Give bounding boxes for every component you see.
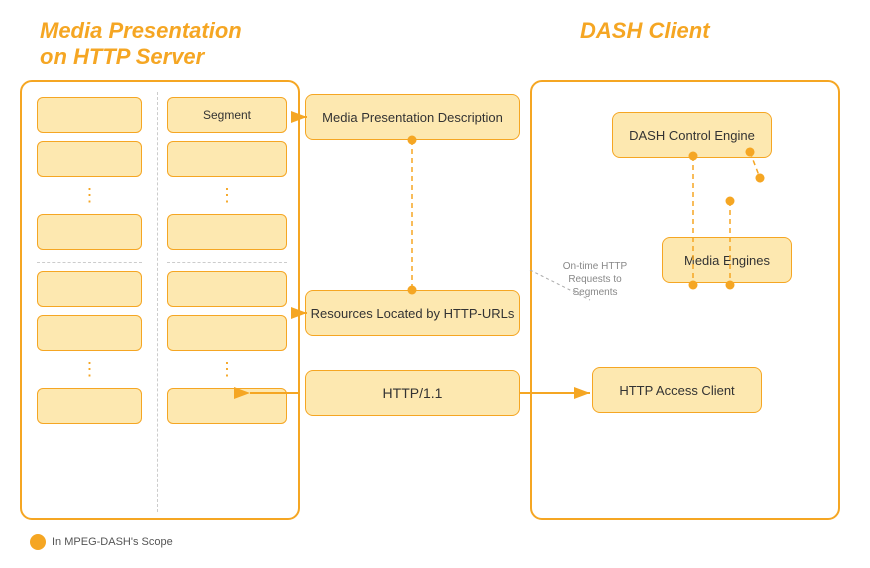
dash-control-engine: DASH Control Engine [612, 112, 772, 158]
seg-block-l6 [37, 388, 142, 424]
seg-block-r3 [167, 214, 287, 250]
legend: In MPEG-DASH's Scope [30, 534, 173, 550]
media-engines: Media Engines [662, 237, 792, 283]
seg-block-r6 [167, 388, 287, 424]
diagram-container: Media Presentationon HTTP Server DASH Cl… [0, 0, 870, 568]
legend-circle [30, 534, 46, 550]
seg-block-r2 [167, 141, 287, 177]
server-divider [157, 92, 158, 512]
seg-block-r4 [167, 271, 287, 307]
http-access-client: HTTP Access Client [592, 367, 762, 413]
ontime-label: On-time HTTP Requests to Segments [555, 260, 635, 299]
legend-text: In MPEG-DASH's Scope [52, 536, 173, 548]
http11-node: HTTP/1.1 [305, 370, 520, 416]
dots-r1: ⋮ [167, 185, 287, 206]
server-col-right: Segment ⋮ ⋮ [167, 97, 287, 432]
dots-l1: ⋮ [37, 185, 142, 206]
client-title: DASH Client [580, 18, 710, 44]
dots-l2: ⋮ [37, 359, 142, 380]
seg-block-l4 [37, 271, 142, 307]
seg-block-l1 [37, 97, 142, 133]
resources-node: Resources Located by HTTP-URLs [305, 290, 520, 336]
seg-block-r1: Segment [167, 97, 287, 133]
server-box: ⋮ ⋮ Segment ⋮ ⋮ [20, 80, 300, 520]
seg-block-l3 [37, 214, 142, 250]
seg-block-l5 [37, 315, 142, 351]
seg-block-l2 [37, 141, 142, 177]
server-col-left: ⋮ ⋮ [37, 97, 142, 432]
seg-block-r5 [167, 315, 287, 351]
mpd-node: Media Presentation Description [305, 94, 520, 140]
client-box: DASH Control Engine Media Engines HTTP A… [530, 80, 840, 520]
server-title: Media Presentationon HTTP Server [40, 18, 242, 71]
dots-r2: ⋮ [167, 359, 287, 380]
